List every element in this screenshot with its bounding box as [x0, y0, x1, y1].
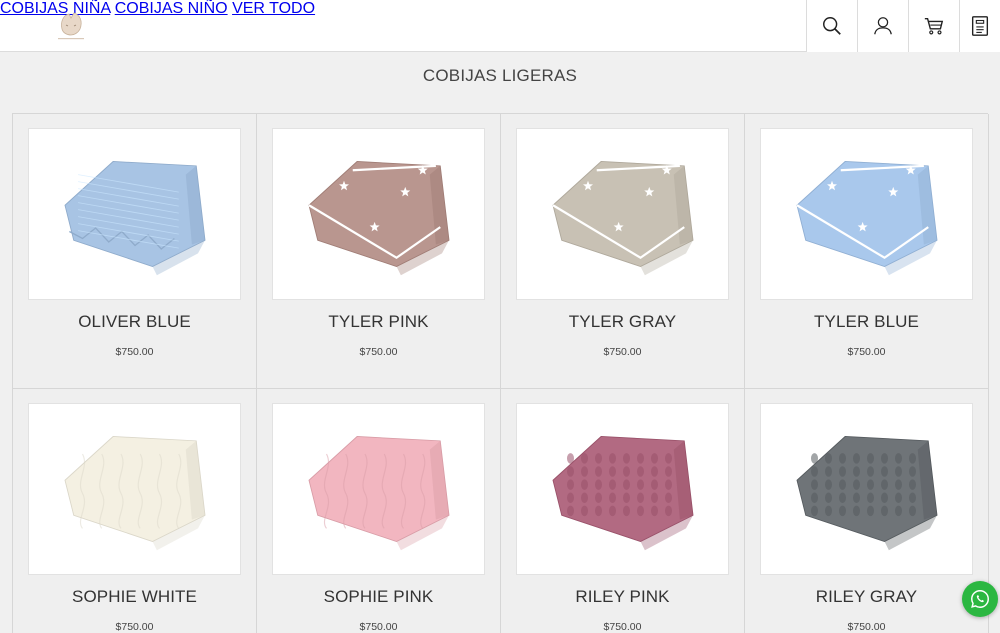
- product-image[interactable]: [272, 403, 485, 575]
- product-price: $750.00: [359, 621, 398, 633]
- site-header: COBIJAS NIÑA COBIJAS NIÑO VER TODO: [0, 0, 1000, 52]
- product-price: $750.00: [115, 621, 154, 633]
- user-icon: [874, 17, 892, 35]
- product-card[interactable]: SOPHIE PINK $750.00: [257, 389, 501, 633]
- product-grid: OLIVER BLUE $750.00 TYLER PINK $750.00 T…: [12, 113, 989, 633]
- product-image[interactable]: [28, 128, 241, 300]
- product-card[interactable]: TYLER BLUE $750.00: [745, 114, 989, 389]
- product-card[interactable]: TYLER GRAY $750.00: [501, 114, 745, 389]
- product-image[interactable]: [760, 128, 973, 300]
- product-name[interactable]: TYLER BLUE: [745, 312, 988, 332]
- fox-logo-icon: [58, 12, 84, 40]
- nav-ver-todo[interactable]: VER TODO: [232, 0, 315, 17]
- search-button[interactable]: [806, 0, 857, 52]
- product-name[interactable]: RILEY PINK: [501, 587, 744, 607]
- search-icon: [823, 17, 841, 35]
- product-image[interactable]: [516, 403, 729, 575]
- product-price: $750.00: [847, 346, 886, 358]
- brand-logo[interactable]: [52, 7, 90, 45]
- cart-icon: [924, 17, 944, 35]
- cart-button[interactable]: [908, 0, 959, 52]
- product-image[interactable]: [760, 403, 973, 575]
- list-button[interactable]: [959, 0, 1000, 52]
- product-price: $750.00: [115, 346, 154, 358]
- product-name[interactable]: OLIVER BLUE: [13, 312, 256, 332]
- product-card[interactable]: OLIVER BLUE $750.00: [13, 114, 257, 389]
- product-card[interactable]: TYLER PINK $750.00: [257, 114, 501, 389]
- product-name[interactable]: SOPHIE PINK: [257, 587, 500, 607]
- product-image[interactable]: [28, 403, 241, 575]
- product-name[interactable]: SOPHIE WHITE: [13, 587, 256, 607]
- account-button[interactable]: [857, 0, 908, 52]
- product-name[interactable]: TYLER PINK: [257, 312, 500, 332]
- product-price: $750.00: [603, 621, 642, 633]
- whatsapp-button[interactable]: [962, 581, 998, 617]
- product-image[interactable]: [272, 128, 485, 300]
- product-price: $750.00: [603, 346, 642, 358]
- section-title: COBIJAS LIGERAS: [422, 66, 578, 85]
- product-name[interactable]: TYLER GRAY: [501, 312, 744, 332]
- whatsapp-icon: [971, 590, 989, 608]
- product-image[interactable]: [516, 128, 729, 300]
- product-name[interactable]: RILEY GRAY: [745, 587, 988, 607]
- product-price: $750.00: [359, 346, 398, 358]
- product-price: $750.00: [847, 621, 886, 633]
- list-icon: [971, 16, 989, 36]
- product-card[interactable]: SOPHIE WHITE $750.00: [13, 389, 257, 633]
- nav-cobijas-nino[interactable]: COBIJAS NIÑO: [115, 0, 228, 17]
- product-card[interactable]: RILEY GRAY $750.00: [745, 389, 989, 633]
- product-card[interactable]: RILEY PINK $750.00: [501, 389, 745, 633]
